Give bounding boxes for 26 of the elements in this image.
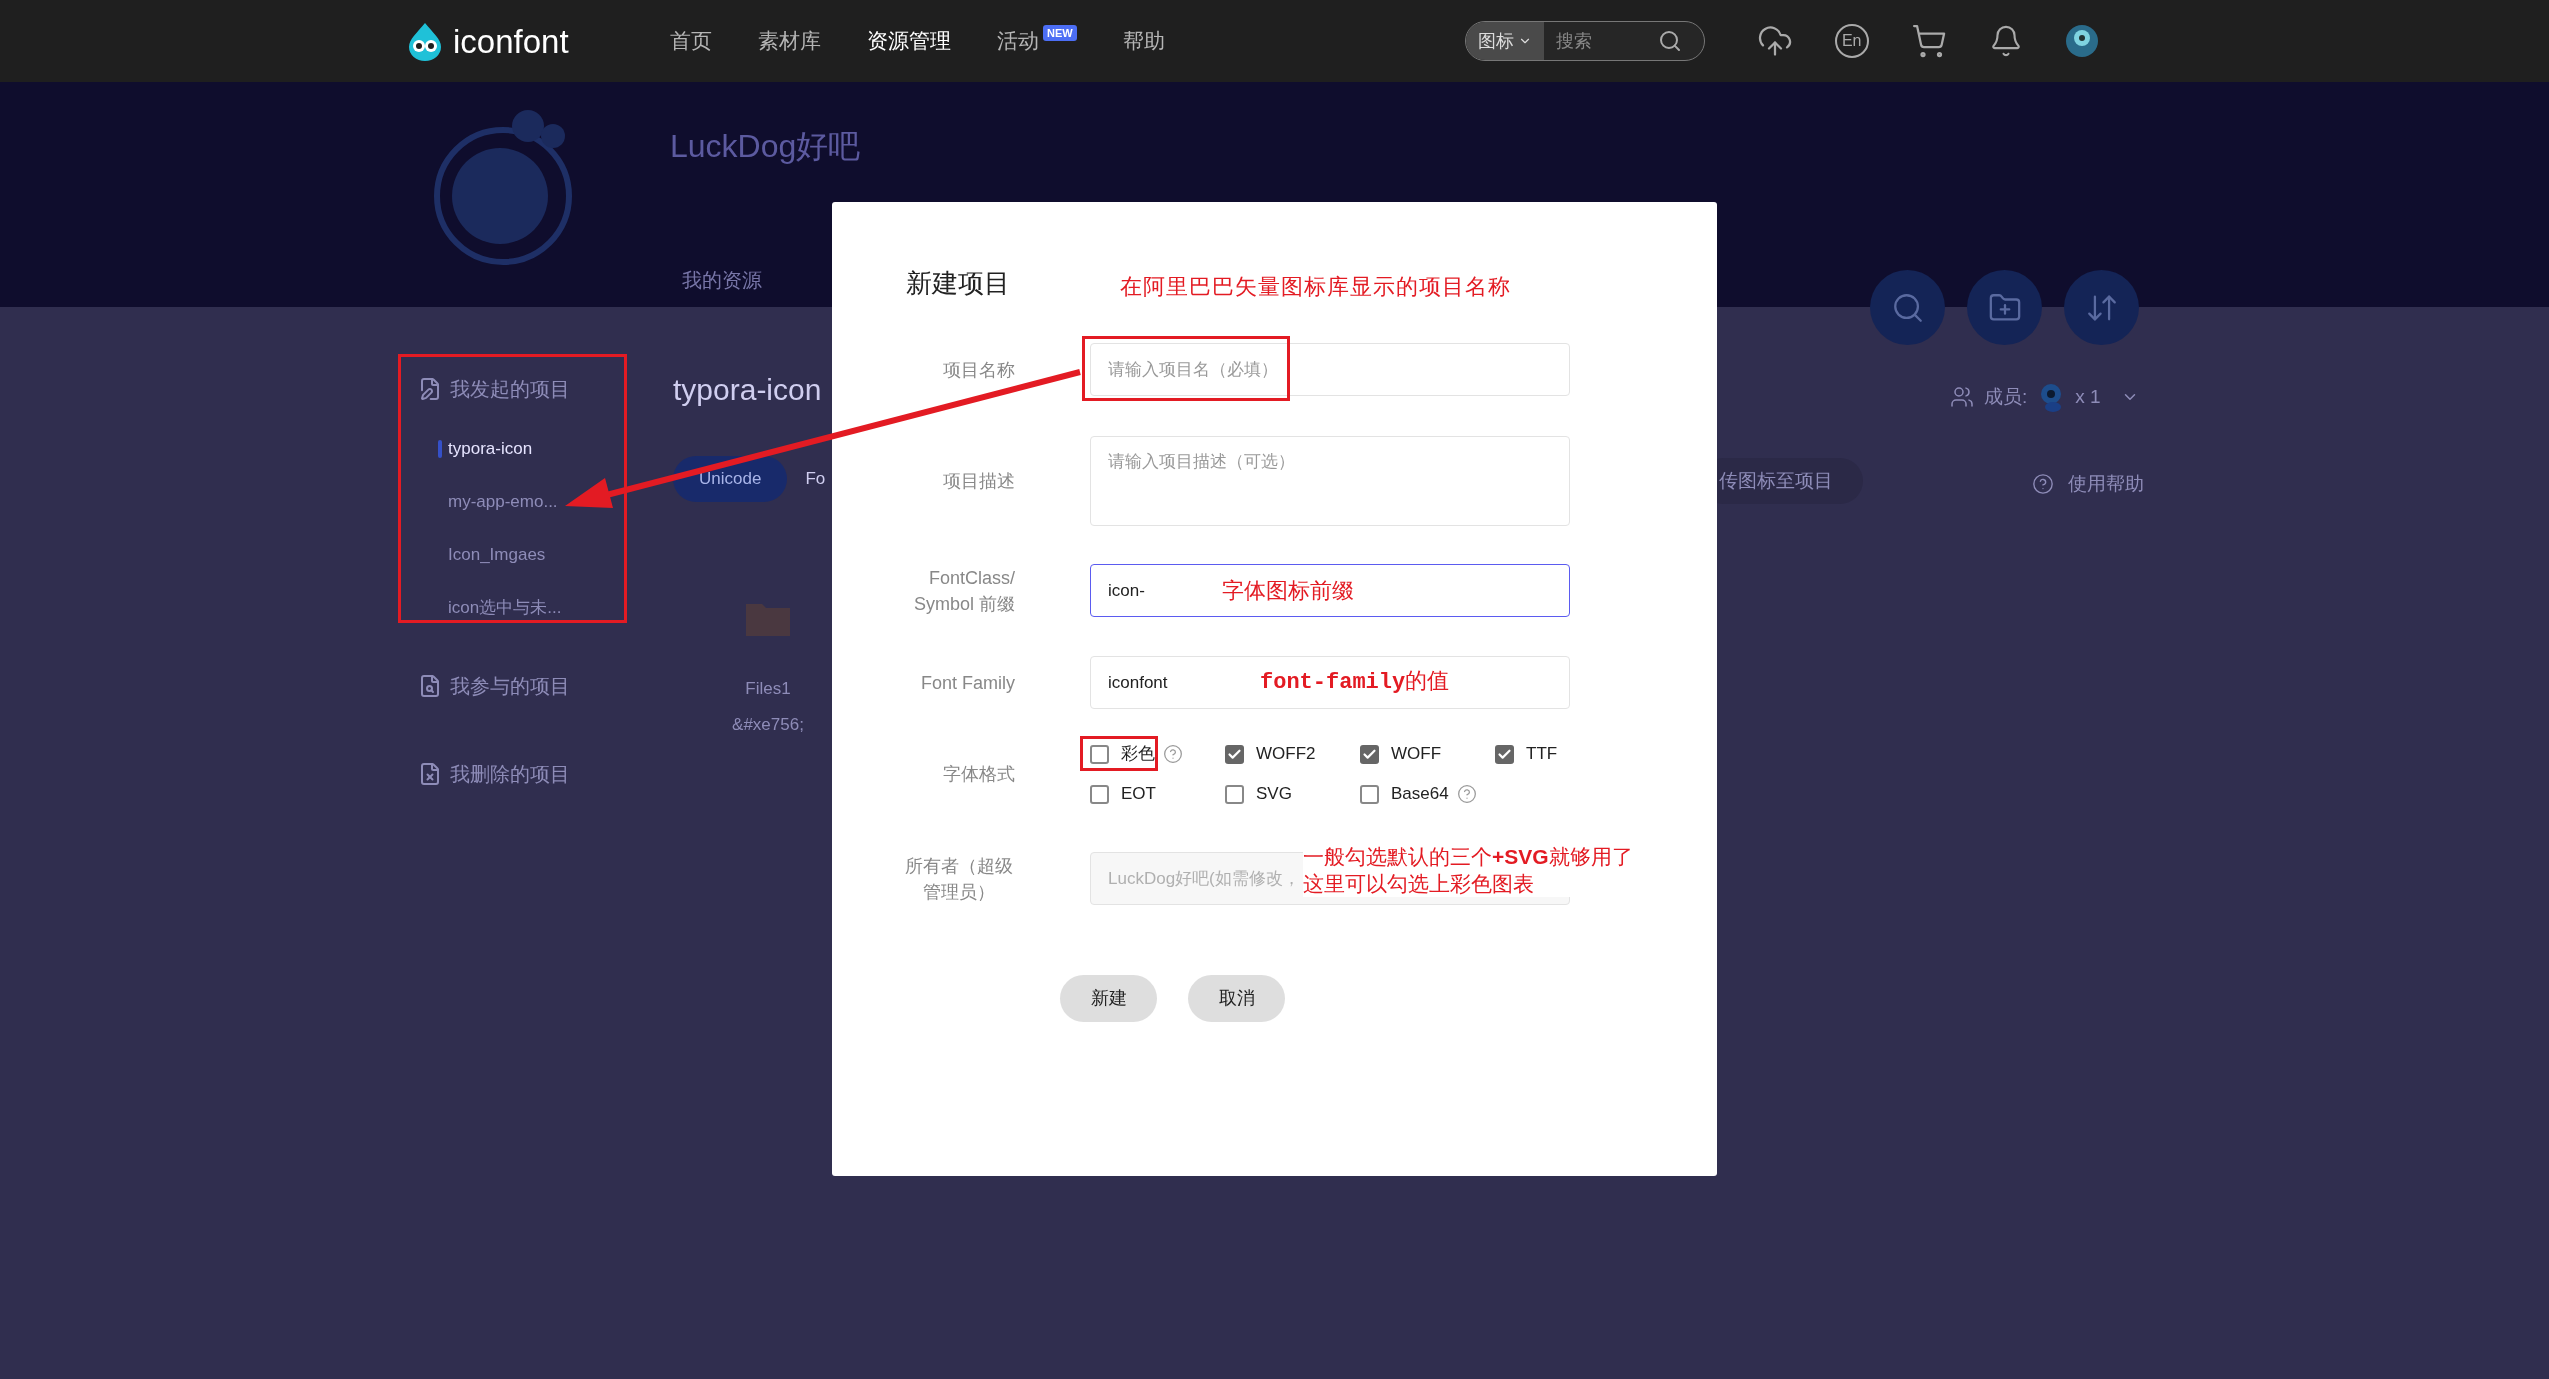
field-label: FontClass/ Symbol 前缀 bbox=[912, 566, 1015, 616]
checkbox-label: WOFF2 bbox=[1256, 743, 1316, 766]
field-label: 字体格式 bbox=[942, 762, 1015, 786]
icon-name: Files1 bbox=[745, 678, 791, 700]
annotation-text: 一般勾选默认的三个+SVG就够用了 bbox=[1303, 844, 1633, 870]
profile-name: LuckDog好吧 bbox=[670, 127, 861, 166]
icon-code: &#xe756; bbox=[732, 713, 804, 736]
dialog-title: 新建项目 bbox=[906, 267, 1011, 300]
annotation-text: font-family的值 bbox=[1260, 669, 1450, 697]
field-label: 所有者（超级管理员） bbox=[904, 854, 1014, 904]
field-label: 项目描述 bbox=[943, 470, 1015, 493]
new-badge: NEW bbox=[1043, 25, 1077, 42]
annotation-text: 字体图标前缀 bbox=[1222, 577, 1354, 605]
annotation-text: 在阿里巴巴矢量图标库显示的项目名称 bbox=[1120, 273, 1511, 301]
checkbox-label: EOT bbox=[1121, 783, 1156, 806]
checkbox-label: Base64 bbox=[1391, 783, 1449, 806]
project-title: typora-icon bbox=[673, 372, 822, 408]
field-label: Font Family bbox=[920, 671, 1015, 695]
annotation-text: 这里可以勾选上彩色图表 bbox=[1303, 871, 1535, 897]
checkbox-label: TTF bbox=[1526, 743, 1558, 766]
checkbox-label: WOFF bbox=[1391, 743, 1442, 766]
checkbox-label: SVG bbox=[1256, 783, 1292, 806]
members-label: 成员: bbox=[1984, 384, 2028, 409]
field-label: 项目名称 bbox=[943, 358, 1015, 382]
members-count: x 1 bbox=[2075, 384, 2101, 409]
checkbox-label: 彩色 bbox=[1121, 743, 1155, 766]
